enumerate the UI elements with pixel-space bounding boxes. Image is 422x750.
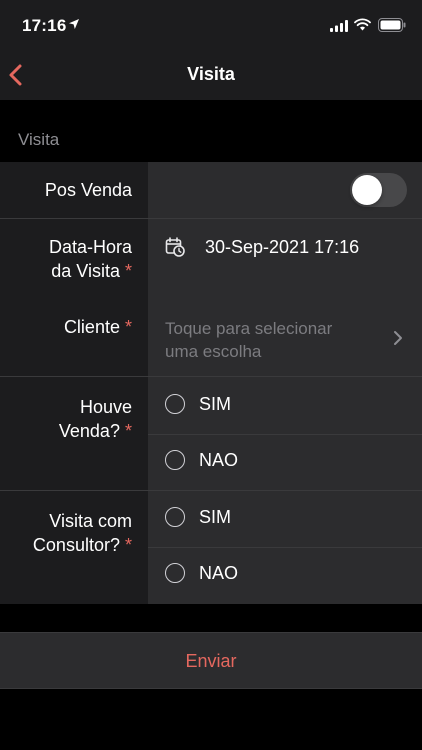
houve-venda-option-nao[interactable]: NAO [148, 434, 422, 490]
cliente-placeholder: Toque para selecionar uma escolha [165, 319, 333, 361]
section-title: Visita [18, 130, 60, 149]
data-hora-field[interactable] [148, 219, 422, 298]
radio-circle [165, 563, 185, 583]
houve-venda-option-sim[interactable]: SIM [148, 378, 422, 434]
battery-icon [378, 18, 406, 32]
cliente-picker[interactable]: Toque para selecionar uma escolha [148, 298, 422, 376]
location-arrow-icon [69, 19, 79, 29]
signal-icon [330, 20, 348, 32]
required-mark: * [124, 421, 132, 441]
status-bar: 17:16 [0, 0, 422, 50]
radio-label: SIM [199, 507, 232, 527]
row-data-hora: Data-Hora da Visita * [0, 219, 422, 298]
status-time: 17:16 [22, 16, 67, 35]
nav-bar: Visita [0, 50, 422, 100]
required-mark: * [124, 261, 132, 281]
wifi-icon [354, 18, 371, 31]
houve-venda-label: Houve Venda? * [58, 397, 132, 441]
chevron-right-icon [394, 331, 402, 345]
page-title: Visita [187, 64, 235, 84]
radio-circle [165, 394, 185, 414]
visita-consultor-label: Visita com Consultor? * [32, 511, 132, 555]
submit-label: Enviar [185, 651, 237, 671]
visita-consultor-option-sim[interactable]: SIM [148, 491, 422, 547]
submit-button[interactable]: Enviar [0, 632, 422, 689]
toggle-knob [352, 175, 382, 205]
radio-circle [165, 450, 185, 470]
pos-venda-label: Pos Venda [44, 180, 132, 200]
required-mark: * [124, 535, 132, 555]
radio-label: SIM [199, 394, 232, 414]
radio-circle [165, 507, 185, 527]
radio-label: NAO [199, 450, 239, 470]
section-header: Visita [0, 100, 422, 162]
required-mark: * [124, 317, 132, 337]
data-hora-value: 30-Sep-2021 17:16 [205, 237, 360, 257]
calendar-clock-icon [165, 237, 185, 257]
form-footer-spacer [0, 604, 422, 632]
data-hora-label: Data-Hora da Visita * [48, 237, 132, 281]
radio-label: NAO [199, 563, 239, 583]
visita-consultor-option-nao[interactable]: NAO [148, 547, 422, 603]
pos-venda-toggle[interactable] [350, 173, 407, 207]
cliente-label: Cliente * [63, 317, 132, 337]
